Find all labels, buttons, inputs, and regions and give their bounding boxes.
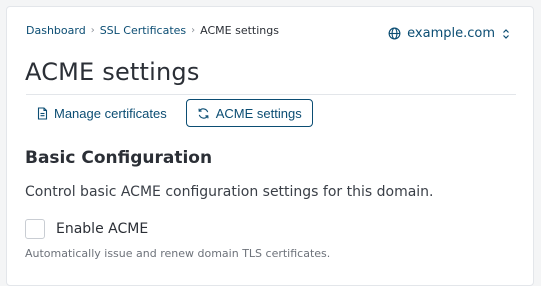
title-divider <box>26 94 516 95</box>
tab-acme-settings-label: ACME settings <box>215 105 302 121</box>
settings-card: Dashboard › SSL Certificates › ACME sett… <box>6 6 534 286</box>
tab-manage-certificates[interactable]: Manage certificates <box>26 99 178 127</box>
refresh-icon <box>197 107 210 120</box>
tab-acme-settings[interactable]: ACME settings <box>185 99 313 127</box>
document-icon <box>37 106 48 120</box>
enable-acme-help: Automatically issue and renew domain TLS… <box>25 247 331 260</box>
domain-selector[interactable]: example.com <box>388 26 511 41</box>
breadcrumb-separator-icon: › <box>90 25 95 36</box>
globe-icon <box>388 27 401 40</box>
tab-manage-certificates-label: Manage certificates <box>54 105 167 121</box>
domain-selector-value: example.com <box>407 26 495 41</box>
breadcrumb-dashboard[interactable]: Dashboard <box>26 24 86 37</box>
section-title: Basic Configuration <box>25 148 213 168</box>
tab-bar: Manage certificates ACME settings <box>26 99 313 127</box>
breadcrumb-separator-icon: › <box>191 25 196 36</box>
page-title: ACME settings <box>25 58 200 86</box>
enable-acme-checkbox[interactable] <box>25 219 45 239</box>
section-description: Control basic ACME configuration setting… <box>25 184 434 200</box>
breadcrumb-ssl-certificates[interactable]: SSL Certificates <box>100 24 186 37</box>
breadcrumb: Dashboard › SSL Certificates › ACME sett… <box>26 24 279 37</box>
breadcrumb-current: ACME settings <box>200 24 279 37</box>
enable-acme-label: Enable ACME <box>56 221 149 237</box>
chevron-updown-icon <box>501 28 511 40</box>
enable-acme-row[interactable]: Enable ACME <box>25 219 148 239</box>
